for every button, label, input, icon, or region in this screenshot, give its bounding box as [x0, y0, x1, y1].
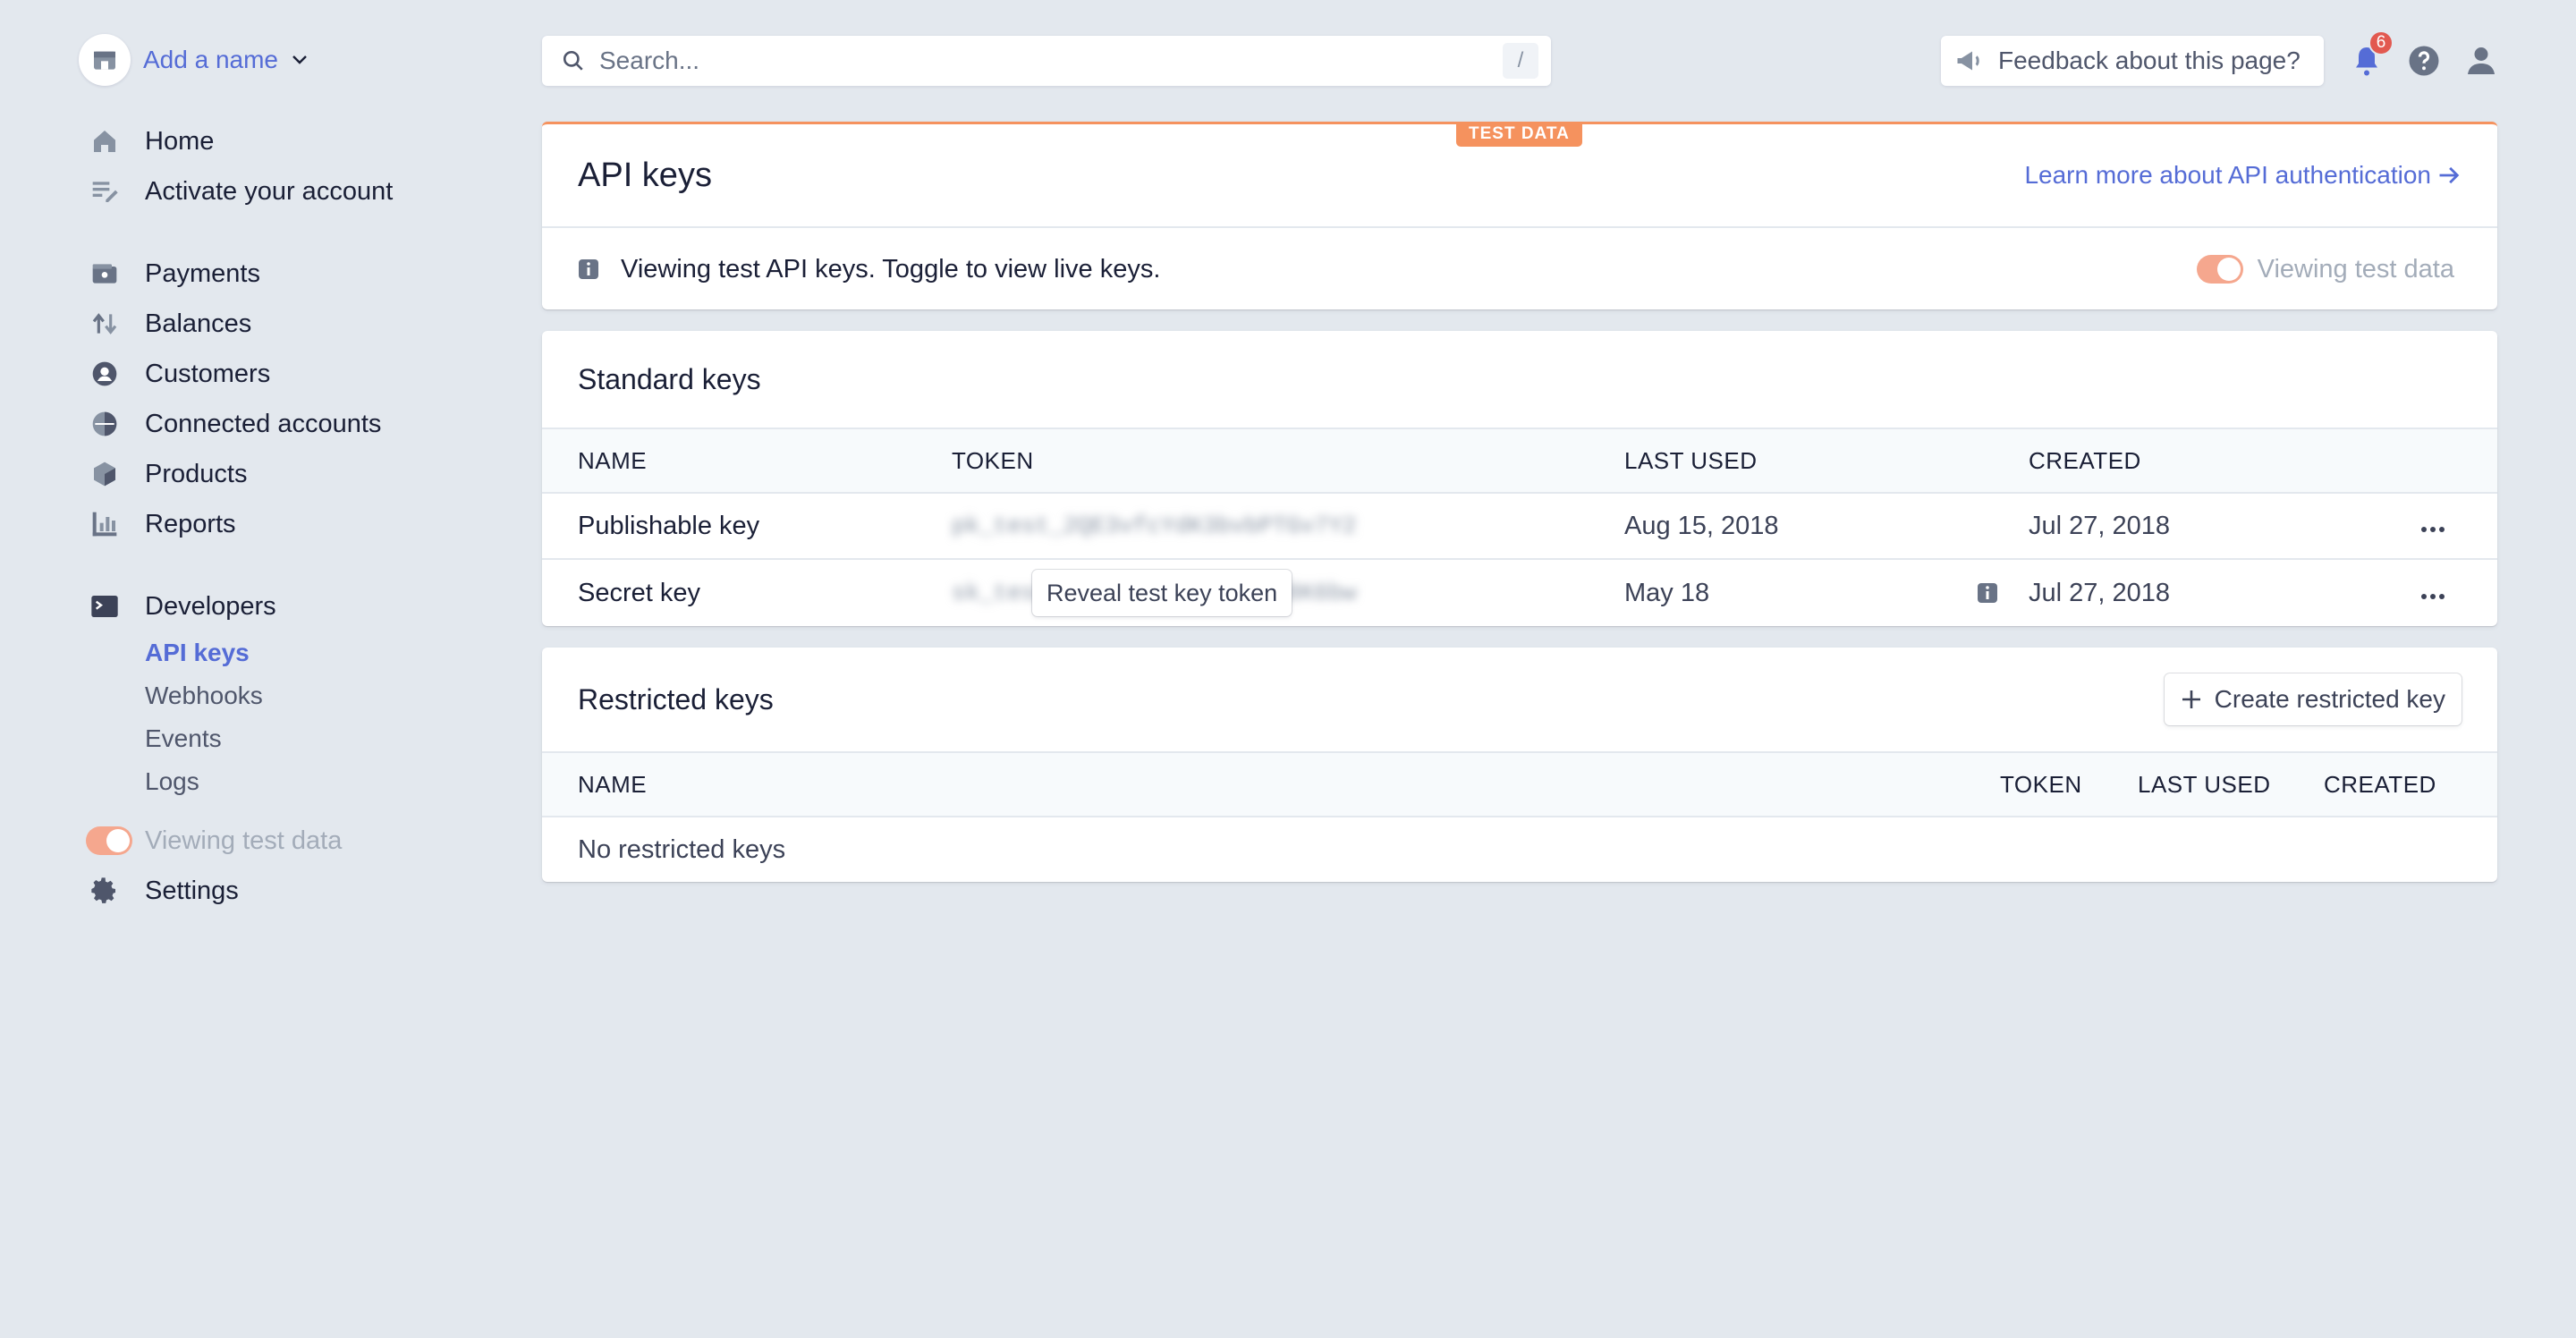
- restricted-keys-header-row: NAME TOKEN LAST USED CREATED: [542, 753, 2497, 817]
- more-actions-button[interactable]: [2420, 579, 2445, 608]
- sidebar-item-settings[interactable]: Settings: [79, 866, 499, 916]
- profile-button[interactable]: [2463, 43, 2499, 79]
- standard-keys-header-row: NAME TOKEN LAST USED CREATED: [542, 429, 2497, 494]
- key-last-used: May 18: [1624, 578, 1710, 607]
- sidebar-item-label: Products: [145, 459, 248, 488]
- test-data-toggle[interactable]: [86, 826, 132, 855]
- key-created: Jul 27, 2018: [2029, 511, 2171, 540]
- table-row[interactable]: Publishable key pk_test_2QE3vfcYdK3bvbPT…: [542, 494, 2497, 560]
- sidebar-item-label: Settings: [145, 876, 239, 905]
- globe-icon: [89, 409, 120, 439]
- search-input[interactable]: [599, 47, 1503, 75]
- column-header-token: TOKEN: [2000, 770, 2082, 798]
- page-title: API keys: [578, 156, 712, 194]
- user-icon: [2468, 47, 2495, 74]
- sidebar-item-home[interactable]: Home: [79, 116, 499, 166]
- sidebar-item-label: Home: [145, 126, 215, 156]
- key-name: Secret key: [578, 578, 700, 607]
- sidebar-subitem-api-keys[interactable]: API keys: [145, 631, 499, 674]
- info-icon: [579, 259, 598, 279]
- learn-more-link[interactable]: Learn more about API authentication: [2024, 161, 2462, 190]
- standard-keys-card: Standard keys NAME TOKEN LAST USED CREAT…: [542, 331, 2497, 626]
- home-icon: [89, 126, 120, 157]
- megaphone-icon: [1957, 51, 1979, 71]
- column-header-last-used: LAST USED: [2138, 770, 2271, 798]
- sidebar-item-label: Payments: [145, 258, 260, 288]
- plus-icon: [2182, 690, 2200, 708]
- store-icon: [79, 34, 131, 86]
- restricted-keys-card: Restricted keys Create restricted key NA…: [542, 648, 2497, 882]
- feedback-label: Feedback about this page?: [1998, 47, 2301, 74]
- notification-count-badge: 6: [2368, 30, 2394, 55]
- sidebar-item-label: Balances: [145, 309, 252, 338]
- sidebar-item-label: Reports: [145, 509, 236, 538]
- create-restricted-key-label: Create restricted key: [2214, 685, 2445, 713]
- search-icon: [563, 50, 583, 71]
- learn-more-label: Learn more about API authentication: [2024, 161, 2431, 189]
- sidebar-item-label: Connected accounts: [145, 409, 382, 438]
- info-text: Viewing test API keys. Toggle to view li…: [621, 254, 1161, 284]
- live-test-toggle[interactable]: [2196, 255, 2243, 284]
- column-header-token: TOKEN: [952, 446, 1034, 474]
- sidebar-item-reports[interactable]: Reports: [79, 499, 499, 549]
- person-circle-icon: [89, 359, 120, 389]
- feedback-button[interactable]: Feedback about this page?: [1941, 36, 2324, 86]
- bar-chart-icon: [89, 509, 120, 539]
- sidebar-item-connected-accounts[interactable]: Connected accounts: [79, 399, 499, 449]
- sidebar-subitem-events[interactable]: Events: [145, 717, 499, 760]
- sidebar-test-data-toggle-row: Viewing test data: [79, 816, 499, 866]
- empty-state-text: No restricted keys: [578, 834, 786, 864]
- arrow-right-icon: [2439, 166, 2460, 184]
- checklist-icon: [89, 176, 120, 207]
- live-test-toggle-label: Viewing test data: [2257, 254, 2454, 284]
- create-restricted-key-button[interactable]: Create restricted key: [2164, 673, 2462, 725]
- sidebar-item-activate[interactable]: Activate your account: [79, 166, 499, 216]
- key-name: Publishable key: [578, 511, 760, 540]
- key-last-used: Aug 15, 2018: [1624, 511, 1779, 540]
- sidebar-subitem-webhooks[interactable]: Webhooks: [145, 674, 499, 717]
- sidebar-item-label: Developers: [145, 591, 276, 621]
- gear-icon: [89, 876, 120, 906]
- transfer-arrows-icon: [89, 309, 120, 339]
- more-actions-button[interactable]: [2420, 512, 2445, 541]
- standard-keys-title: Standard keys: [578, 362, 761, 395]
- terminal-icon: [89, 591, 120, 622]
- search-shortcut-key: /: [1503, 43, 1538, 79]
- sidebar-item-label: Customers: [145, 359, 271, 388]
- more-horizontal-icon: [2421, 593, 2445, 599]
- sidebar-item-payments[interactable]: Payments: [79, 249, 499, 299]
- sidebar-item-balances[interactable]: Balances: [79, 299, 499, 349]
- key-created: Jul 27, 2018: [2029, 578, 2171, 607]
- chevron-down-icon: [292, 55, 307, 64]
- search-bar[interactable]: /: [542, 36, 1551, 86]
- key-token[interactable]: pk_test_2QE3vfcYdK3bvbPTGv7Y2: [952, 512, 1356, 539]
- sidebar-item-customers[interactable]: Customers: [79, 349, 499, 399]
- box-icon: [89, 459, 120, 489]
- api-keys-card: TEST DATA API keys Learn more about API …: [542, 122, 2497, 309]
- column-header-created: CREATED: [2029, 446, 2141, 474]
- column-header-name: NAME: [578, 446, 648, 474]
- sidebar-item-products[interactable]: Products: [79, 449, 499, 499]
- sidebar-item-developers[interactable]: Developers: [79, 581, 499, 631]
- account-name[interactable]: Add a name: [143, 46, 278, 74]
- info-icon[interactable]: [1977, 582, 1998, 604]
- notifications-button[interactable]: 6: [2349, 30, 2394, 79]
- table-row[interactable]: Secret key sk_test_aB8hc4hRhwJ9vD1c8K6bw…: [542, 560, 2497, 626]
- sidebar: Add a name Home Activate your account Pa…: [79, 34, 499, 916]
- account-switcher[interactable]: Add a name: [79, 34, 499, 86]
- column-header-last-used: LAST USED: [1624, 446, 1758, 474]
- column-header-name: NAME: [578, 770, 648, 798]
- sidebar-subitem-logs[interactable]: Logs: [145, 760, 499, 803]
- sidebar-item-label: Activate your account: [145, 176, 394, 206]
- help-icon: [2409, 46, 2439, 76]
- test-data-toggle-label: Viewing test data: [145, 826, 343, 855]
- wallet-icon: [89, 258, 120, 289]
- help-button[interactable]: [2406, 43, 2442, 79]
- column-header-created: CREATED: [2324, 770, 2436, 798]
- reveal-token-button[interactable]: Reveal test key token: [1032, 570, 1292, 616]
- test-data-badge: TEST DATA: [1456, 122, 1582, 147]
- test-keys-info-row: Viewing test API keys. Toggle to view li…: [542, 228, 2497, 310]
- more-horizontal-icon: [2421, 526, 2445, 532]
- restricted-keys-title: Restricted keys: [578, 682, 774, 716]
